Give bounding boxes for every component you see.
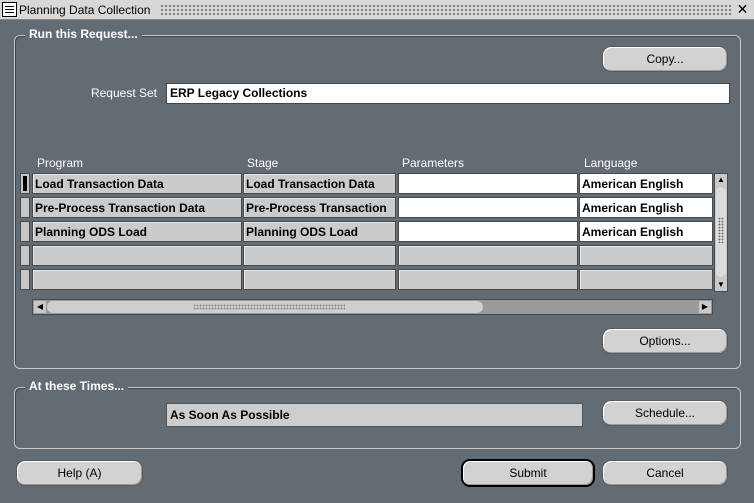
stage-cell[interactable] [243, 245, 396, 266]
program-cell[interactable]: Planning ODS Load [32, 221, 242, 242]
program-cell[interactable]: Load Transaction Data [32, 173, 242, 194]
language-cell[interactable]: American English [579, 221, 713, 242]
scroll-up-icon[interactable]: ▲ [715, 174, 727, 186]
run-request-group-label: Run this Request... [25, 27, 142, 41]
options-button[interactable]: Options... [602, 328, 728, 354]
window-title-bar[interactable]: Planning Data Collection ✕ [0, 0, 754, 20]
window-title: Planning Data Collection [19, 3, 155, 17]
program-cell[interactable] [32, 269, 242, 290]
stage-cell[interactable]: Pre-Process Transaction [243, 197, 396, 218]
language-cell[interactable] [579, 245, 713, 266]
stage-cell[interactable]: Planning ODS Load [243, 221, 396, 242]
row-indicator[interactable] [20, 197, 30, 218]
program-cell[interactable] [32, 245, 242, 266]
help-button[interactable]: Help (A) [16, 460, 143, 486]
app-menu-icon[interactable] [2, 2, 17, 17]
column-header-stage: Stage [247, 156, 279, 170]
table-horizontal-scrollbar[interactable]: ◀ ▶ [32, 299, 713, 315]
row-indicator[interactable] [20, 245, 30, 266]
column-header-parameters: Parameters [402, 156, 465, 170]
language-cell[interactable] [579, 269, 713, 290]
scroll-left-icon[interactable]: ◀ [34, 301, 46, 313]
scroll-right-icon[interactable]: ▶ [699, 301, 711, 313]
horizontal-scroll-thumb[interactable] [47, 301, 483, 313]
parameters-cell[interactable] [398, 269, 578, 290]
program-cell[interactable]: Pre-Process Transaction Data [32, 197, 242, 218]
column-header-program: Program [37, 156, 84, 170]
language-cell[interactable]: American English [579, 173, 713, 194]
request-set-field[interactable]: ERP Legacy Collections [166, 83, 730, 104]
close-icon[interactable]: ✕ [735, 2, 750, 17]
at-these-times-group-label: At these Times... [25, 379, 129, 393]
schedule-button[interactable]: Schedule... [602, 400, 728, 426]
stage-cell[interactable]: Load Transaction Data [243, 173, 396, 194]
title-bar-grip [160, 4, 732, 16]
language-cell[interactable]: American English [579, 197, 713, 218]
copy-button[interactable]: Copy... [602, 46, 728, 72]
row-indicator[interactable] [20, 221, 30, 242]
schedule-field[interactable]: As Soon As Possible [166, 403, 583, 427]
parameters-cell[interactable] [398, 245, 578, 266]
column-header-language: Language [584, 156, 638, 170]
cancel-button[interactable]: Cancel [602, 460, 728, 486]
parameters-cell[interactable] [398, 221, 578, 242]
vertical-scroll-thumb[interactable] [716, 187, 726, 277]
table-vertical-scrollbar[interactable]: ▲ ▼ [714, 173, 728, 292]
submit-button[interactable]: Submit [461, 459, 595, 487]
row-indicator[interactable] [20, 173, 30, 194]
parameters-cell[interactable] [398, 197, 578, 218]
scroll-down-icon[interactable]: ▼ [715, 279, 727, 291]
stage-cell[interactable] [243, 269, 396, 290]
parameters-cell[interactable] [398, 173, 578, 194]
request-set-label: Request Set [90, 86, 157, 100]
row-indicator[interactable] [20, 269, 30, 290]
